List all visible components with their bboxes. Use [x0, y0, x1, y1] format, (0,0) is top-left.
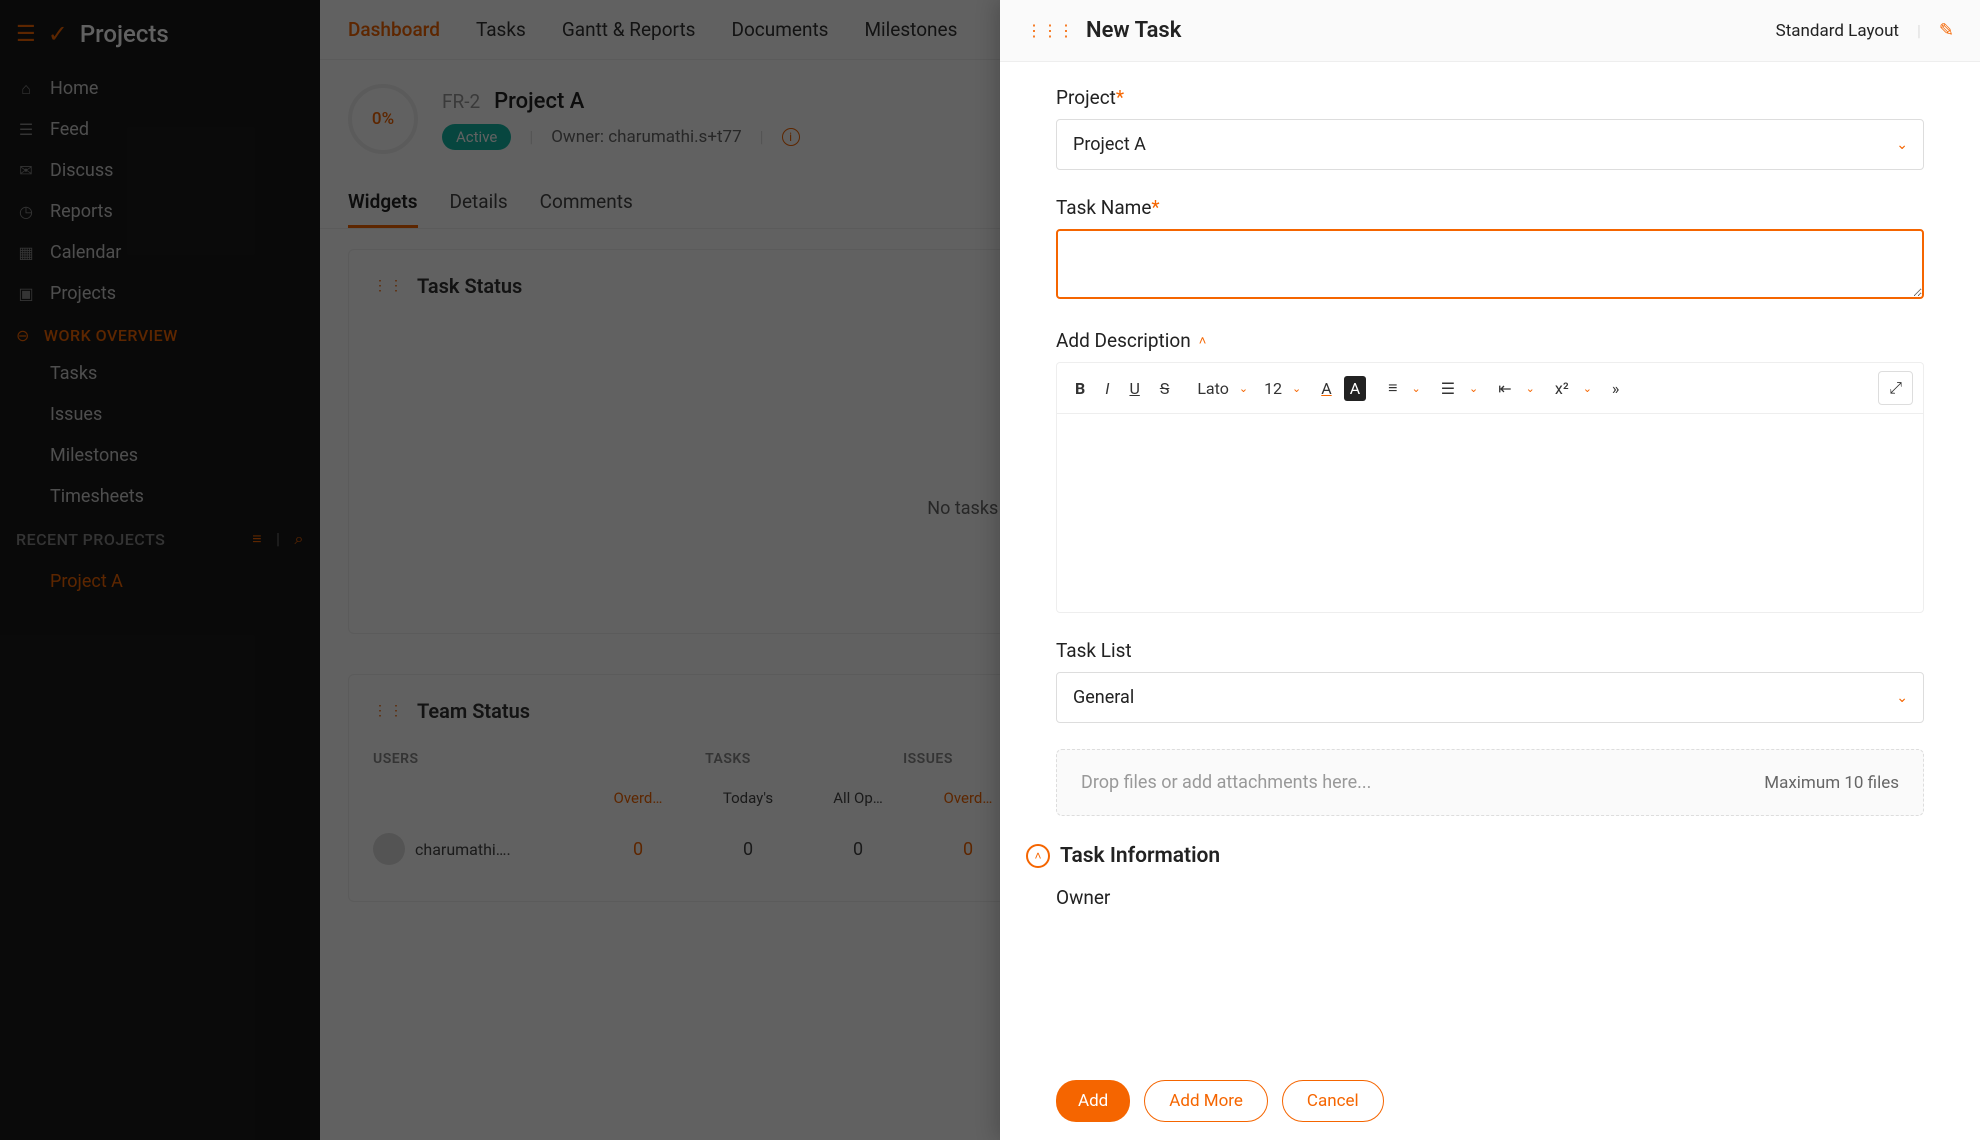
panel-header: ⋮⋮⋮ New Task Standard Layout | ✎	[1000, 0, 1980, 62]
more-button[interactable]: »	[1604, 373, 1628, 404]
attachment-dropzone[interactable]: Drop files or add attachments here... Ma…	[1056, 749, 1924, 816]
edit-icon[interactable]: ✎	[1939, 20, 1954, 41]
collapse-icon: ˄	[1026, 844, 1050, 868]
task-name-label: Task Name*	[1056, 196, 1924, 219]
rte-toolbar: B I U S Lato ⌄ 12 ⌄ A A ≡ ⌄ ☰ ⌄ ⇤ ⌄ x² ⌄ » ⤢	[1056, 362, 1924, 413]
chevron-down-icon: ⌄	[1896, 690, 1908, 706]
project-select-input[interactable]	[1056, 119, 1924, 170]
chevron-down-icon: ⌄	[1524, 382, 1543, 395]
task-list-select-input[interactable]	[1056, 672, 1924, 723]
chevron-down-icon: ⌄	[1237, 382, 1256, 395]
panel-title: New Task	[1086, 18, 1181, 43]
superscript-button[interactable]: x²	[1547, 373, 1577, 404]
bg-color-button[interactable]: A	[1344, 376, 1366, 401]
project-select[interactable]: ⌄	[1056, 119, 1924, 170]
add-button[interactable]: Add	[1056, 1080, 1130, 1122]
strikethrough-button[interactable]: S	[1152, 373, 1178, 404]
chevron-down-icon: ⌄	[1409, 382, 1428, 395]
dropzone-text: Drop files or add attachments here...	[1081, 772, 1371, 793]
section-title: Task Information	[1060, 844, 1220, 868]
bold-button[interactable]: B	[1067, 373, 1093, 404]
chevron-up-icon: ˄	[1199, 333, 1207, 349]
task-list-label: Task List	[1056, 639, 1924, 662]
description-toggle[interactable]: Add Description ˄	[1056, 329, 1924, 352]
task-name-input[interactable]	[1056, 229, 1924, 299]
owner-field-label: Owner	[1056, 886, 1924, 909]
panel-body: Project* ⌄ Task Name* Add Description ˄ …	[1000, 62, 1980, 1140]
expand-icon[interactable]: ⤢	[1878, 371, 1913, 405]
dropzone-limit: Maximum 10 files	[1764, 773, 1899, 793]
new-task-panel: ⋮⋮⋮ New Task Standard Layout | ✎ Project…	[1000, 0, 1980, 1140]
cancel-button[interactable]: Cancel	[1282, 1080, 1384, 1122]
panel-footer: Add Add More Cancel	[1000, 1061, 1980, 1140]
task-info-section-header[interactable]: ˄ Task Information	[1026, 844, 1924, 868]
text-color-button[interactable]: A	[1313, 373, 1339, 404]
description-editor[interactable]	[1056, 413, 1924, 613]
task-list-select[interactable]: ⌄	[1056, 672, 1924, 723]
chevron-down-icon: ⌄	[1581, 382, 1600, 395]
add-more-button[interactable]: Add More	[1144, 1080, 1268, 1122]
project-field-label: Project*	[1056, 86, 1924, 109]
chevron-down-icon: ⌄	[1290, 382, 1309, 395]
chevron-down-icon: ⌄	[1896, 137, 1908, 153]
description-label: Add Description	[1056, 329, 1191, 352]
grid-icon[interactable]: ⋮⋮⋮	[1026, 21, 1074, 40]
underline-button[interactable]: U	[1121, 373, 1147, 404]
italic-button[interactable]: I	[1097, 373, 1117, 404]
font-family-select[interactable]: Lato	[1193, 375, 1233, 402]
chevron-down-icon: ⌄	[1467, 382, 1486, 395]
align-button[interactable]: ≡	[1380, 372, 1405, 404]
indent-button[interactable]: ⇤	[1490, 373, 1519, 404]
divider: |	[1917, 21, 1921, 40]
font-size-select[interactable]: 12	[1260, 375, 1286, 402]
list-button[interactable]: ☰	[1433, 373, 1463, 404]
layout-selector[interactable]: Standard Layout	[1776, 21, 1899, 41]
